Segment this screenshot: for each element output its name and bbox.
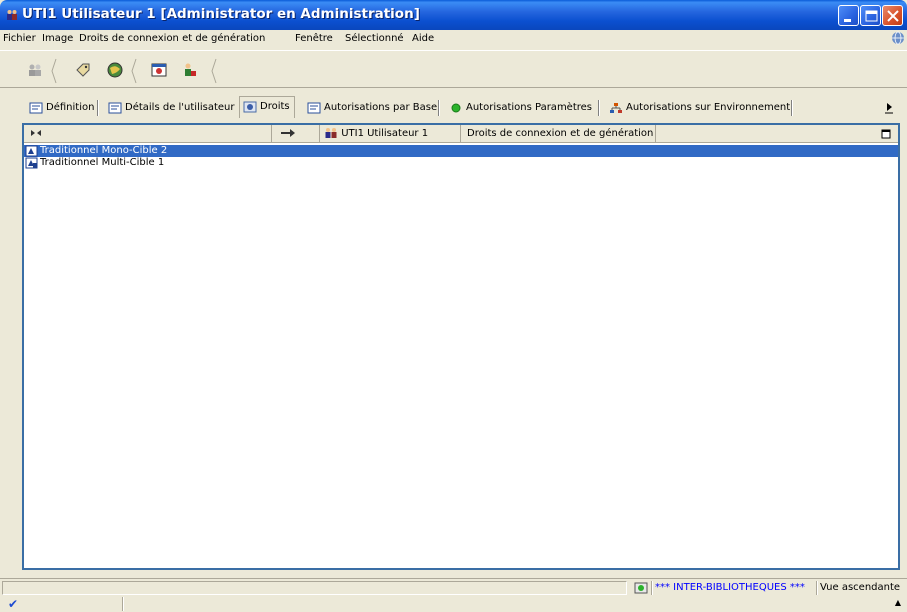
tab-autorisations-base[interactable]: Autorisations par Base <box>304 98 437 118</box>
tab-label: Détails de l'utilisateur <box>125 102 235 113</box>
table-row[interactable]: Traditionnel Multi-Cible 1 <box>24 157 898 169</box>
globe-icon[interactable] <box>106 61 124 79</box>
green-dot-icon <box>451 103 461 113</box>
tag-icon[interactable] <box>74 61 92 79</box>
tab-scroll-right-icon[interactable] <box>882 100 896 114</box>
users-icon <box>325 128 337 138</box>
window-title: UTI1 Utilisateur 1 [Administrator en Adm… <box>22 6 420 22</box>
menu-droits[interactable]: Droits de connexion et de génération <box>79 33 265 44</box>
expand-column-header[interactable] <box>24 125 272 143</box>
tab-label: Droits <box>260 101 290 112</box>
environment-icon <box>610 103 622 113</box>
person-icon[interactable] <box>180 61 198 79</box>
status-separator <box>122 597 123 611</box>
maximize-icon <box>865 10 878 22</box>
grid-header: UTI1 Utilisateur 1 Droits de connexion e… <box>24 125 898 143</box>
target-icon <box>25 157 38 169</box>
menu-bar: Fichier Image Droits de connexion et de … <box>0 30 907 48</box>
tab-strip: Définition Détails de l'utilisateur Droi… <box>18 96 896 122</box>
arrow-column-header[interactable] <box>272 125 320 143</box>
library-status: *** INTER-BIBLIOTHEQUES *** <box>655 582 805 593</box>
scroll-up-icon[interactable]: ▲ <box>895 598 901 607</box>
toolbar-separator <box>131 58 137 84</box>
rights-grid[interactable]: UTI1 Utilisateur 1 Droits de connexion e… <box>22 123 900 570</box>
status-separator <box>651 581 652 595</box>
row-label: Traditionnel Mono-Cible 2 <box>40 145 168 156</box>
status-separator <box>816 581 817 595</box>
close-icon <box>887 10 899 22</box>
tab-divider <box>97 100 98 116</box>
maximize-button[interactable] <box>860 5 881 26</box>
tab-label: Définition <box>46 102 95 113</box>
form-icon <box>29 102 43 114</box>
tab-label: Autorisations par Base <box>324 102 438 113</box>
tab-divider <box>791 100 792 116</box>
tab-droits[interactable]: Droits <box>239 96 295 118</box>
checkmark-icon: ✔ <box>8 597 19 611</box>
form-icon <box>307 102 321 114</box>
arrow-right-icon <box>281 129 295 137</box>
menu-selectionne[interactable]: Sélectionné <box>345 33 404 44</box>
tab-label: Autorisations Paramètres <box>466 102 593 113</box>
tab-autorisations-environnement[interactable]: Autorisations sur Environnement <box>606 98 790 118</box>
row-label: Traditionnel Multi-Cible 1 <box>40 157 165 168</box>
database-icon <box>634 582 648 594</box>
table-row[interactable]: Traditionnel Mono-Cible 2 <box>24 145 898 157</box>
tab-divider <box>438 100 439 116</box>
tab-details-utilisateur[interactable]: Détails de l'utilisateur <box>105 98 235 118</box>
menu-image[interactable]: Image <box>42 33 73 44</box>
menu-fenetre[interactable]: Fenêtre <box>295 33 333 44</box>
rights-icon <box>243 101 257 113</box>
users-icon[interactable] <box>26 61 44 79</box>
toolbar <box>0 50 907 88</box>
globe-icon[interactable] <box>891 31 905 45</box>
status-bar: *** INTER-BIBLIOTHEQUES *** Vue ascendan… <box>0 578 907 596</box>
target-icon <box>25 145 38 157</box>
tab-definition[interactable]: Définition <box>26 98 94 118</box>
minimize-icon <box>844 19 851 22</box>
menu-aide[interactable]: Aide <box>412 33 434 44</box>
window-icon[interactable] <box>150 61 168 79</box>
tab-autorisations-parametres[interactable]: Autorisations Paramètres <box>446 98 592 118</box>
title-bar[interactable]: UTI1 Utilisateur 1 [Administrator en Adm… <box>0 0 907 30</box>
minimize-button[interactable] <box>838 5 859 26</box>
users-icon <box>7 10 17 20</box>
toolbar-separator <box>51 58 57 84</box>
menu-fichier[interactable]: Fichier <box>3 33 36 44</box>
close-button[interactable] <box>882 5 903 26</box>
user-column-header[interactable]: UTI1 Utilisateur 1 <box>320 125 461 143</box>
tab-label: Autorisations sur Environnement <box>626 102 791 113</box>
expand-collapse-icon <box>31 130 41 136</box>
status-pane <box>2 581 627 595</box>
bottom-bar: ✔ ▲ <box>0 596 907 612</box>
restore-icon[interactable] <box>881 129 891 139</box>
rights-column-header[interactable]: Droits de connexion et de génération <box>461 125 656 143</box>
form-icon <box>108 102 122 114</box>
view-status: Vue ascendante <box>820 582 901 593</box>
toolbar-separator <box>211 58 217 84</box>
tab-divider <box>598 100 599 116</box>
